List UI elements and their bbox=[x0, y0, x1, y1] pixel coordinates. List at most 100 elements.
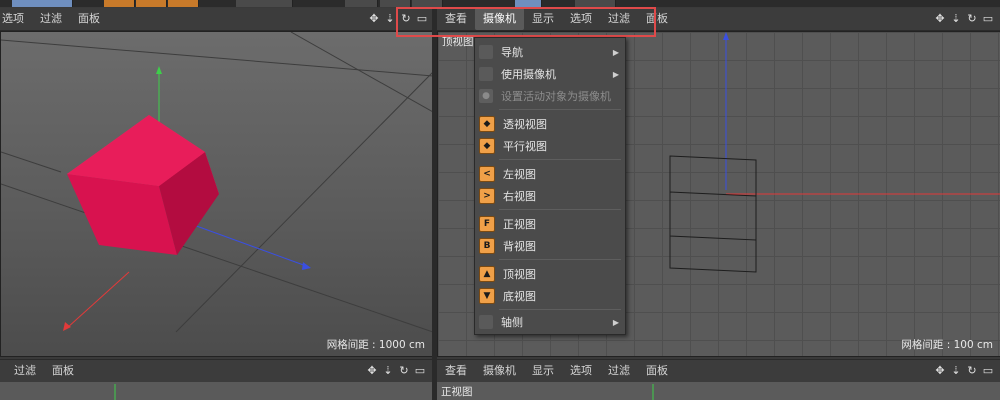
perspective-scene bbox=[1, 32, 433, 333]
front-icon: F bbox=[479, 216, 495, 232]
menu-options[interactable]: 选项 bbox=[562, 360, 600, 382]
camera-dropdown-menu: 导航 ▶ 使用摄像机 ▶ ● 设置活动对象为摄像机 ◆ 透视视图 ◆ 平行视图 … bbox=[474, 37, 626, 335]
toggle-view-icon[interactable]: ▭ bbox=[414, 365, 426, 377]
axis-z-arrow bbox=[302, 262, 311, 270]
menu-item-left-view[interactable]: < 左视图 bbox=[475, 164, 625, 184]
toolbar-button[interactable] bbox=[104, 0, 135, 7]
toolbar-button[interactable] bbox=[412, 0, 443, 7]
bottom-right-menubar: 查看 摄像机 显示 选项 过滤 面板 ✥ ⇣ ↻ ▭ bbox=[437, 359, 1000, 383]
zoom-view-icon[interactable]: ⇣ bbox=[384, 13, 396, 25]
move-view-icon[interactable]: ✥ bbox=[368, 13, 380, 25]
menu-item-label: 导航 bbox=[501, 46, 523, 59]
menu-camera[interactable]: 摄像机 bbox=[475, 360, 524, 382]
arrow-down-icon: ▼ bbox=[479, 288, 495, 304]
axis-x-arrow bbox=[63, 322, 71, 331]
bottom-left-viewport[interactable] bbox=[0, 382, 432, 400]
menu-item-parallel[interactable]: ◆ 平行视图 bbox=[475, 136, 625, 156]
menu-item-navigation[interactable]: 导航 ▶ bbox=[475, 42, 625, 62]
menu-item-front-view[interactable]: F 正视图 bbox=[475, 214, 625, 234]
wireframe-cube bbox=[669, 155, 757, 273]
move-view-icon[interactable]: ✥ bbox=[934, 13, 946, 25]
menu-filter[interactable]: 过滤 bbox=[0, 360, 44, 382]
viewport-nav-icons: ✥ ⇣ ↻ ▭ bbox=[934, 13, 1000, 25]
left-viewport-menubar: 选项 过滤 面板 ✥ ⇣ ↻ ▭ bbox=[0, 8, 434, 31]
menu-separator bbox=[499, 309, 621, 310]
zoom-view-icon[interactable]: ⇣ bbox=[950, 365, 962, 377]
blank-icon bbox=[479, 45, 493, 59]
menu-separator bbox=[499, 109, 621, 110]
perspective-viewport[interactable]: 网格间距 : 1000 cm bbox=[0, 31, 434, 357]
blank-icon bbox=[479, 315, 493, 329]
toolbar-button[interactable] bbox=[168, 0, 199, 7]
menu-separator bbox=[499, 209, 621, 210]
menu-panel[interactable]: 面板 bbox=[44, 360, 82, 382]
rotate-view-icon[interactable]: ↻ bbox=[966, 365, 978, 377]
grid-spacing-label: 网格间距 : 100 cm bbox=[901, 339, 993, 351]
menu-display[interactable]: 显示 bbox=[524, 360, 562, 382]
menu-item-label: 轴侧 bbox=[501, 316, 523, 329]
menu-item-axonometric[interactable]: 轴侧 ▶ bbox=[475, 312, 625, 332]
viewport-nav-icons: ✥ ⇣ ↻ ▭ bbox=[934, 365, 1000, 377]
toggle-view-icon[interactable]: ▭ bbox=[982, 13, 994, 25]
submenu-arrow-icon: ▶ bbox=[612, 47, 619, 57]
viewport-nav-icons: ✥ ⇣ ↻ ▭ bbox=[366, 365, 432, 377]
menu-item-label: 使用摄像机 bbox=[501, 68, 556, 81]
toolbar-button[interactable] bbox=[380, 0, 411, 7]
menu-options[interactable]: 选项 bbox=[0, 8, 32, 30]
perspective-grid bbox=[1, 32, 433, 333]
menu-item-label: 右视图 bbox=[503, 190, 536, 203]
menu-item-right-view[interactable]: > 右视图 bbox=[475, 186, 625, 206]
menu-item-back-view[interactable]: B 背视图 bbox=[475, 236, 625, 256]
menu-item-label: 平行视图 bbox=[503, 140, 547, 153]
bottom-left-scene bbox=[114, 384, 116, 400]
menu-filter[interactable]: 过滤 bbox=[600, 360, 638, 382]
arrow-up-icon: ▲ bbox=[479, 266, 495, 282]
viewport-name: 正视图 bbox=[441, 386, 473, 398]
front-view-scene bbox=[652, 384, 654, 400]
rotate-view-icon[interactable]: ↻ bbox=[398, 365, 410, 377]
arrow-left-icon: < bbox=[479, 166, 495, 182]
menu-item-top-view[interactable]: ▲ 顶视图 bbox=[475, 264, 625, 284]
grid-spacing-label: 网格间距 : 1000 cm bbox=[326, 339, 425, 351]
arrow-right-icon: > bbox=[479, 188, 495, 204]
back-icon: B bbox=[479, 238, 495, 254]
toolbar-button[interactable] bbox=[236, 0, 293, 7]
submenu-arrow-icon: ▶ bbox=[612, 69, 619, 79]
zoom-view-icon[interactable]: ⇣ bbox=[950, 13, 962, 25]
front-viewport[interactable]: 正视图 bbox=[437, 382, 1000, 400]
toolbar-button[interactable] bbox=[345, 0, 378, 7]
blank-icon bbox=[479, 67, 493, 81]
menu-item-label: 顶视图 bbox=[503, 268, 536, 281]
toolbar-button[interactable] bbox=[575, 0, 616, 7]
cube-icon: ◆ bbox=[479, 138, 495, 154]
menu-separator bbox=[499, 159, 621, 160]
zoom-view-icon[interactable]: ⇣ bbox=[382, 365, 394, 377]
menu-item-label: 左视图 bbox=[503, 168, 536, 181]
menu-item-set-active-as-camera[interactable]: ● 设置活动对象为摄像机 bbox=[475, 86, 625, 106]
axis-z-arrow bbox=[723, 32, 729, 40]
axis-z-line bbox=[190, 223, 310, 268]
top-toolbar-strip bbox=[0, 0, 1000, 7]
move-view-icon[interactable]: ✥ bbox=[934, 365, 946, 377]
menu-separator bbox=[499, 259, 621, 260]
highlight-annotation bbox=[396, 7, 656, 37]
axis-x-line bbox=[66, 271, 130, 329]
toolbar-button[interactable] bbox=[12, 0, 73, 7]
menu-item-label: 设置活动对象为摄像机 bbox=[501, 90, 611, 103]
cube-icon: ◆ bbox=[479, 116, 495, 132]
menu-panel[interactable]: 面板 bbox=[70, 8, 108, 30]
menu-item-bottom-view[interactable]: ▼ 底视图 bbox=[475, 286, 625, 306]
camera-icon: ● bbox=[479, 89, 493, 103]
menu-item-use-camera[interactable]: 使用摄像机 ▶ bbox=[475, 64, 625, 84]
menu-panel[interactable]: 面板 bbox=[638, 360, 676, 382]
menu-filter[interactable]: 过滤 bbox=[32, 8, 70, 30]
toggle-view-icon[interactable]: ▭ bbox=[982, 365, 994, 377]
menu-view[interactable]: 查看 bbox=[437, 360, 475, 382]
toolbar-button[interactable] bbox=[136, 0, 167, 7]
toolbar-button[interactable] bbox=[515, 0, 542, 7]
menu-item-perspective[interactable]: ◆ 透视视图 bbox=[475, 114, 625, 134]
menu-item-label: 正视图 bbox=[503, 218, 536, 231]
rotate-view-icon[interactable]: ↻ bbox=[966, 13, 978, 25]
menu-item-label: 背视图 bbox=[503, 240, 536, 253]
move-view-icon[interactable]: ✥ bbox=[366, 365, 378, 377]
